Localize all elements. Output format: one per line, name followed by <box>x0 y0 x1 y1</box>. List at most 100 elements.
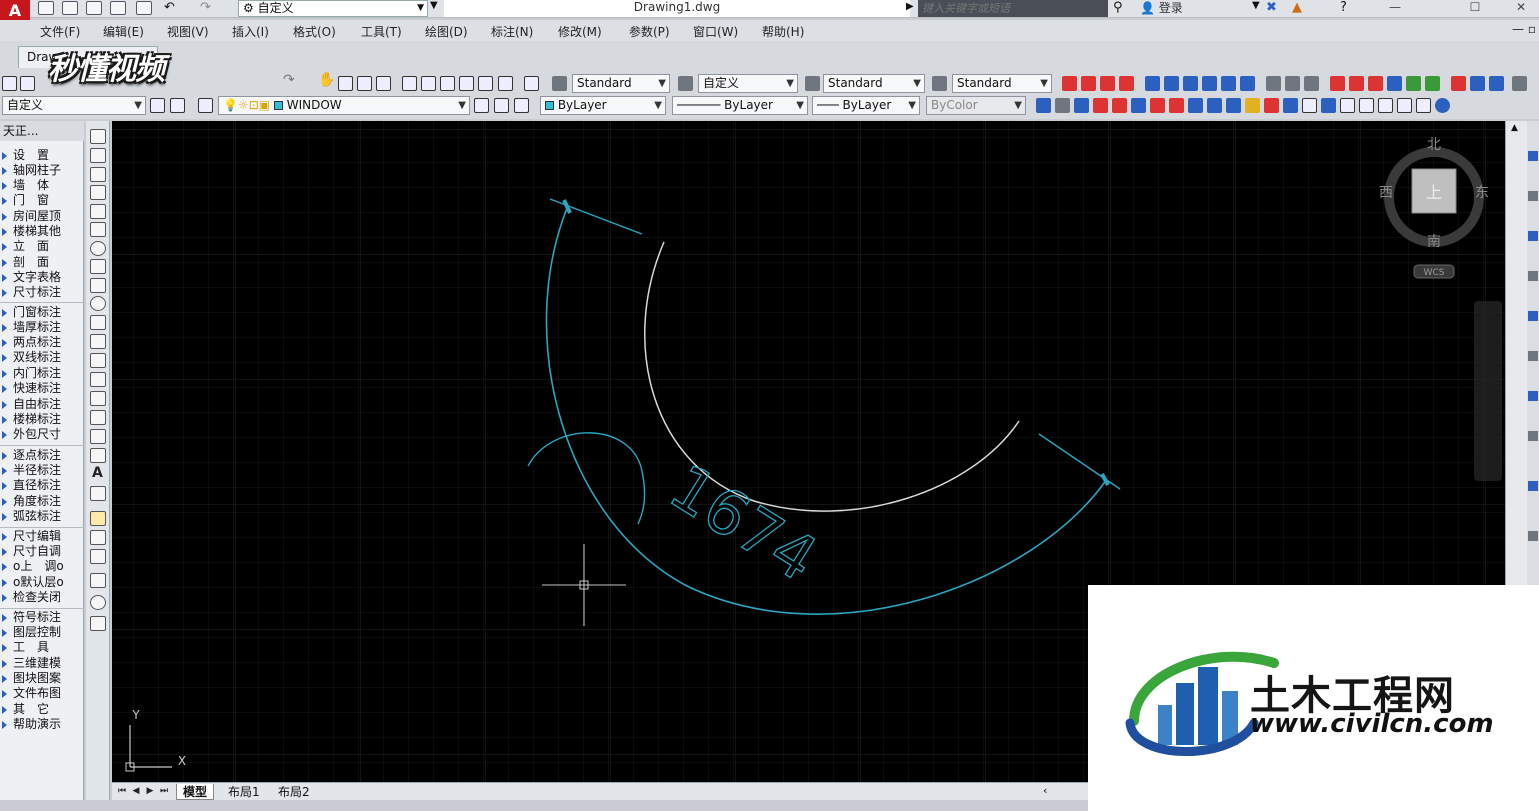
help-icon[interactable]: ? <box>1340 0 1347 15</box>
copy-icon[interactable] <box>1528 191 1538 201</box>
line-icon[interactable] <box>90 129 106 144</box>
polyline-icon[interactable] <box>90 167 106 182</box>
tz-item[interactable]: 两点标注 <box>0 335 84 350</box>
menu-dimension[interactable]: 标注(N) <box>491 23 533 40</box>
viewcube-north[interactable]: 北 <box>1427 137 1441 153</box>
tz-section-icon[interactable] <box>1221 76 1236 91</box>
tz-item[interactable]: 其 它 <box>0 702 84 717</box>
circle-icon[interactable] <box>90 241 106 256</box>
tz-stair-icon[interactable] <box>1183 76 1198 91</box>
tz-item[interactable]: 尺寸自调 <box>0 544 84 559</box>
tz-r2-icon-5[interactable] <box>1112 98 1127 113</box>
login-link[interactable]: 👤 登录 <box>1140 0 1183 16</box>
properties-icon[interactable] <box>402 76 417 91</box>
tz-text-icon[interactable] <box>1240 76 1255 91</box>
multileader-style-icon[interactable] <box>932 76 947 91</box>
viewcube-east[interactable]: 东 <box>1475 185 1489 201</box>
tz-item[interactable]: o上 调o <box>0 559 84 574</box>
tz-item[interactable]: 门窗标注 <box>0 305 84 320</box>
linetype-select[interactable]: ────── ByLayer ▼ <box>672 96 808 115</box>
tz-room-icon[interactable] <box>1164 76 1179 91</box>
scale-icon[interactable] <box>1528 431 1538 441</box>
save-icon[interactable] <box>86 1 102 15</box>
tz-item[interactable]: 尺寸编辑 <box>0 529 84 544</box>
tz-item[interactable]: 快速标注 <box>0 381 84 396</box>
menu-help[interactable]: 帮助(H) <box>762 23 804 40</box>
spline-icon[interactable] <box>90 278 106 293</box>
pan-icon[interactable]: ✋ <box>318 72 335 88</box>
tz-r2-icon-22[interactable] <box>1435 98 1450 113</box>
menu-format[interactable]: 格式(O) <box>293 23 336 40</box>
layer-freeze-icon[interactable] <box>90 573 106 588</box>
open-icon[interactable] <box>20 76 35 91</box>
layer-select[interactable]: 💡☼⊡▣ WINDOW ▼ <box>218 96 470 115</box>
mirror-icon[interactable] <box>1528 231 1538 241</box>
tz-circle-icon[interactable] <box>1387 76 1402 91</box>
tz-block-icon[interactable] <box>1368 76 1383 91</box>
tz-r2-icon-7[interactable] <box>1150 98 1165 113</box>
quick-access-dropdown-icon[interactable]: ▼ <box>430 0 438 11</box>
tz-r2-icon-10[interactable] <box>1207 98 1222 113</box>
tz-elevation-icon[interactable] <box>1202 76 1217 91</box>
tz-r2-icon-8[interactable] <box>1169 98 1184 113</box>
menu-draw[interactable]: 绘图(D) <box>425 23 468 40</box>
table-style-icon[interactable] <box>805 76 820 91</box>
navigation-bar[interactable] <box>1474 301 1502 481</box>
make-block-icon[interactable] <box>90 353 106 368</box>
tz-layout-icon[interactable] <box>1406 76 1421 91</box>
redo-icon[interactable]: ↷ <box>200 0 211 15</box>
revision-cloud-icon[interactable] <box>90 259 106 274</box>
text-style-icon[interactable] <box>552 76 567 91</box>
tz-r2-icon-14[interactable] <box>1283 98 1298 113</box>
dim-style-select[interactable]: 自定义 ▼ <box>698 74 798 93</box>
rotate-icon[interactable] <box>1528 391 1538 401</box>
tz-r2-icon-1[interactable] <box>1036 98 1051 113</box>
menu-tools[interactable]: 工具(T) <box>361 23 402 40</box>
menu-file[interactable]: 文件(F) <box>40 23 80 40</box>
tz-r2-icon-3[interactable] <box>1074 98 1089 113</box>
tz-r2-icon-2[interactable] <box>1055 98 1070 113</box>
tz-item[interactable]: 符号标注 <box>0 610 84 625</box>
horizontal-scrollbar[interactable]: ‹ <box>1035 782 1088 800</box>
tz-item[interactable]: 检查关闭 <box>0 590 84 605</box>
tz-item[interactable]: 双线标注 <box>0 350 84 365</box>
table-icon[interactable] <box>90 448 106 463</box>
sheet-set-icon[interactable] <box>459 76 474 91</box>
tz-item[interactable]: 尺寸标注 <box>0 285 84 300</box>
tz-door-icon[interactable] <box>1119 76 1134 91</box>
text-style-select[interactable]: Standard ▼ <box>572 74 670 93</box>
rectangle-icon[interactable] <box>90 204 106 219</box>
tz-tool-icon[interactable] <box>1330 76 1345 91</box>
previous-tab-icon[interactable]: ◀ <box>130 785 142 798</box>
tz-item[interactable]: 逐点标注 <box>0 448 84 463</box>
tz-item[interactable]: 文字表格 <box>0 270 84 285</box>
tz-wall-icon[interactable] <box>1100 76 1115 91</box>
tz-item[interactable]: 墙厚标注 <box>0 320 84 335</box>
help-toolbar-icon[interactable] <box>524 76 539 91</box>
menu-edit[interactable]: 编辑(E) <box>103 23 144 40</box>
hatch-icon[interactable] <box>90 391 106 406</box>
search-input[interactable] <box>918 0 1108 17</box>
tz-item[interactable]: 弧弦标注 <box>0 509 84 524</box>
array-icon[interactable] <box>1528 311 1538 321</box>
tz-r2-icon-4[interactable] <box>1093 98 1108 113</box>
tz-axis-icon[interactable] <box>1062 76 1077 91</box>
scroll-left-icon[interactable]: ‹ <box>1043 784 1047 797</box>
viewcube-west[interactable]: 西 <box>1379 185 1393 201</box>
menu-modify[interactable]: 修改(M) <box>558 23 602 40</box>
tz-item[interactable]: 轴网柱子 <box>0 163 84 178</box>
tz-r2-icon-15[interactable] <box>1302 98 1317 113</box>
workspace-save-icon[interactable] <box>170 98 185 113</box>
print-icon[interactable] <box>136 1 152 15</box>
gradient-icon[interactable] <box>90 410 106 425</box>
lineweight-select[interactable]: ─── ByLayer ▼ <box>812 96 920 115</box>
menu-view[interactable]: 视图(V) <box>167 23 209 40</box>
tz-move-icon[interactable] <box>1451 76 1466 91</box>
layer-off-icon[interactable] <box>90 530 106 545</box>
layer-state-manager-icon[interactable] <box>514 98 529 113</box>
tz-r2-icon-12[interactable] <box>1245 98 1260 113</box>
tz-item[interactable]: 立 面 <box>0 239 84 254</box>
tz-item[interactable]: 工 具 <box>0 640 84 655</box>
layer-match-icon[interactable] <box>90 595 106 610</box>
tz-item[interactable]: 图层控制 <box>0 625 84 640</box>
